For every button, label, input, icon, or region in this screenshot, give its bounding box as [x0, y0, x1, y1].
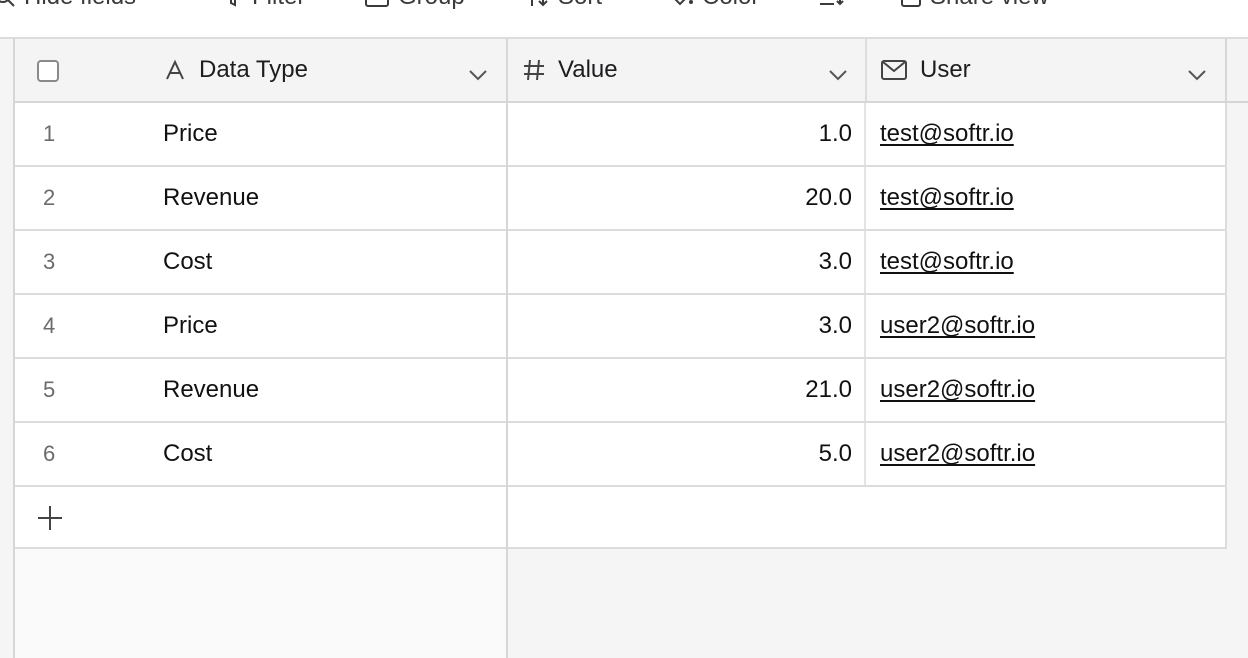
value-text: 20.0: [805, 184, 852, 211]
value-text: 3.0: [818, 312, 852, 339]
value-cell[interactable]: 20.0: [508, 167, 866, 229]
table-row[interactable]: 5 Revenue: [15, 359, 506, 423]
value-cell[interactable]: 3.0: [508, 295, 866, 357]
table-row[interactable]: 1.0 test@softr.io: [508, 103, 1227, 167]
table-row[interactable]: 2 Revenue: [15, 167, 506, 231]
table-row[interactable]: 21.0 user2@softr.io: [508, 359, 1227, 423]
row-number: 6: [43, 441, 56, 466]
data-type-cell[interactable]: Price: [163, 103, 218, 165]
column-header-label: Value: [558, 56, 618, 83]
value-cell[interactable]: 5.0: [508, 423, 866, 485]
chevron-down-icon[interactable]: [468, 61, 488, 89]
data-type-cell[interactable]: Cost: [163, 231, 212, 293]
value-cell[interactable]: 1.0: [508, 103, 866, 165]
value-text: 21.0: [805, 376, 852, 403]
column-header-data-type[interactable]: Data Type: [163, 39, 506, 101]
row-number: 1: [43, 121, 56, 146]
table-row[interactable]: 20.0 test@softr.io: [508, 167, 1227, 231]
group-icon: [365, 0, 389, 7]
add-record-row[interactable]: [15, 487, 506, 549]
column-header-value[interactable]: Value: [522, 39, 866, 101]
chevron-down-icon[interactable]: [1187, 61, 1207, 89]
view-toolbar: Hide fields Filter Group Sort Color Shar…: [0, 0, 1248, 39]
share-view-button[interactable]: Share view: [900, 0, 1049, 12]
data-type-cell[interactable]: Cost: [163, 423, 212, 485]
select-all-checkbox[interactable]: [37, 60, 59, 82]
filter-label: Filter: [252, 0, 305, 11]
value-text: 1.0: [818, 120, 852, 147]
table-row[interactable]: 3.0 test@softr.io: [508, 231, 1227, 295]
data-type-cell[interactable]: Price: [163, 295, 218, 357]
header-row: Data Type: [15, 39, 506, 103]
data-type-cell[interactable]: Revenue: [163, 359, 259, 421]
value-cell[interactable]: 21.0: [508, 359, 866, 421]
row-number: 5: [43, 377, 56, 402]
hide-fields-label: Hide fields: [24, 0, 136, 11]
grid-gutter: [0, 39, 15, 658]
value-cell[interactable]: 3.0: [508, 231, 866, 293]
sort-button[interactable]: Sort: [526, 0, 602, 12]
user-email-link[interactable]: user2@softr.io: [880, 359, 1035, 421]
row-number: 4: [43, 313, 56, 338]
chevron-down-icon[interactable]: [828, 61, 848, 89]
user-email-link[interactable]: test@softr.io: [880, 167, 1014, 229]
number-field-icon: [522, 58, 546, 82]
color-button[interactable]: Color: [668, 0, 759, 12]
search-icon: [0, 0, 15, 7]
table-row[interactable]: 3.0 user2@softr.io: [508, 295, 1227, 359]
frozen-pane: Data Type 1 Price 2 Revenue 3 Cost 4 Pri…: [15, 39, 508, 658]
share-icon: [901, 0, 921, 7]
plus-icon[interactable]: [37, 505, 63, 536]
table-row[interactable]: 3 Cost: [15, 231, 506, 295]
group-button[interactable]: Group: [364, 0, 465, 12]
hide-fields-button[interactable]: Hide fields: [0, 0, 136, 12]
grid-view: Hide fields Filter Group Sort Color Shar…: [0, 0, 1248, 658]
data-type-cell[interactable]: Revenue: [163, 167, 259, 229]
value-text: 5.0: [818, 440, 852, 467]
column-header-label: Data Type: [199, 56, 308, 83]
sort-label: Sort: [558, 0, 602, 11]
table-row[interactable]: 6 Cost: [15, 423, 506, 487]
user-email-link[interactable]: test@softr.io: [880, 103, 1014, 165]
user-email-link[interactable]: test@softr.io: [880, 231, 1014, 293]
user-email-link[interactable]: user2@softr.io: [880, 423, 1035, 485]
filter-icon: [230, 0, 236, 7]
user-email-link[interactable]: user2@softr.io: [880, 295, 1035, 357]
column-divider[interactable]: [1225, 39, 1227, 101]
value-text: 3.0: [818, 248, 852, 275]
share-view-label: Share view: [930, 0, 1049, 11]
row-height-button[interactable]: [818, 0, 854, 12]
color-icon: [674, 0, 693, 6]
group-label: Group: [398, 0, 465, 11]
column-divider[interactable]: [865, 39, 867, 101]
color-label: Color: [702, 0, 759, 11]
table-row[interactable]: 4 Price: [15, 295, 506, 359]
email-field-icon: [880, 59, 908, 81]
row-number: 3: [43, 249, 56, 274]
row-number: 2: [43, 185, 56, 210]
scroll-pane: Value User 1.0 test@softr.io 20.0 test@s…: [508, 39, 1248, 658]
table-row[interactable]: 5.0 user2@softr.io: [508, 423, 1227, 487]
sort-icon: [531, 0, 548, 7]
filter-button[interactable]: Filter: [222, 0, 305, 12]
column-header-label: User: [920, 56, 971, 83]
column-header-user[interactable]: User: [880, 39, 1225, 101]
text-field-icon: [163, 58, 187, 82]
header-row: Value User: [508, 39, 1248, 103]
table-row[interactable]: 1 Price: [15, 103, 506, 167]
add-record-row[interactable]: [508, 487, 1227, 549]
row-height-icon: [820, 0, 844, 6]
